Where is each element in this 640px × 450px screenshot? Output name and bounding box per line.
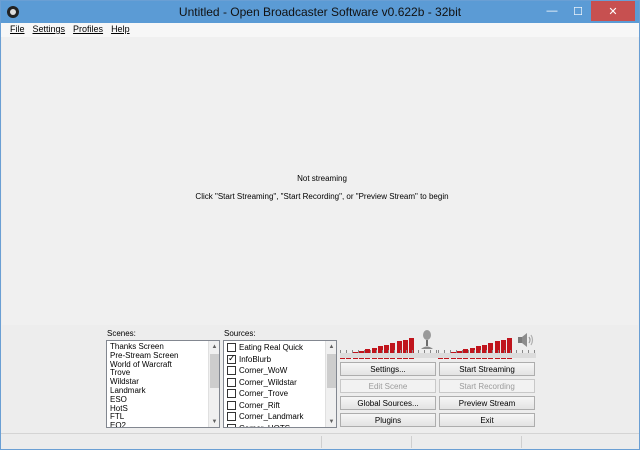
start-recording-button[interactable]: Start Recording	[439, 379, 535, 393]
desktop-volume-slider[interactable]	[438, 350, 536, 360]
exit-button[interactable]: Exit	[439, 413, 535, 427]
settings-button[interactable]: Settings...	[340, 362, 436, 376]
scene-list-item[interactable]: EQ2	[108, 421, 207, 427]
scroll-down-icon[interactable]: ▼	[326, 416, 336, 427]
scroll-up-icon[interactable]: ▲	[209, 341, 219, 352]
source-visibility-checkbox[interactable]	[227, 423, 236, 427]
source-list-item[interactable]: Corner_HOTS	[225, 423, 324, 427]
edit-scene-button[interactable]: Edit Scene	[340, 379, 436, 393]
scene-list-item[interactable]: HotS	[108, 404, 207, 413]
menu-help[interactable]: Help	[108, 23, 135, 37]
scroll-down-icon[interactable]: ▼	[209, 416, 219, 427]
source-label: Corner_HOTS	[239, 424, 290, 427]
scene-list-item[interactable]: Landmark	[108, 386, 207, 395]
scene-list-item[interactable]: World of Warcraft	[108, 360, 207, 369]
status-bar-divider	[321, 436, 322, 448]
source-visibility-checkbox[interactable]	[227, 377, 236, 387]
source-visibility-checkbox[interactable]	[227, 353, 236, 364]
scene-list-item[interactable]: Wildstar	[108, 377, 207, 386]
preview-area: Not streaming Click "Start Streaming", "…	[2, 37, 638, 325]
source-label: Eating Real Quick	[239, 343, 304, 353]
title-bar[interactable]: Untitled - Open Broadcaster Software v0.…	[1, 1, 639, 23]
menu-settings[interactable]: Settings	[30, 23, 71, 37]
source-list-item[interactable]: Corner_Landmark	[225, 411, 324, 423]
preview-stream-button[interactable]: Preview Stream	[439, 396, 535, 410]
maximize-button[interactable]: ☐	[565, 1, 591, 21]
scenes-label: Scenes:	[107, 329, 136, 338]
scenes-list[interactable]: Thanks Screen Pre-Stream Screen World of W…	[106, 340, 220, 428]
source-label: Corner_WoW	[239, 366, 288, 376]
status-bar-divider	[411, 436, 412, 448]
scene-list-item[interactable]: ESO	[108, 395, 207, 404]
speaker-icon[interactable]	[516, 330, 536, 352]
plugins-button[interactable]: Plugins	[340, 413, 436, 427]
sources-label: Sources:	[224, 329, 256, 338]
stream-status-text: Not streaming	[297, 174, 347, 183]
source-list-item[interactable]: Corner_Wildstar	[225, 377, 324, 389]
sources-scroll-thumb[interactable]	[327, 354, 336, 388]
scenes-scroll-thumb[interactable]	[210, 354, 219, 388]
status-bar	[1, 433, 639, 449]
source-list-item[interactable]: Corner_Rift	[225, 400, 324, 412]
start-hint-text: Click "Start Streaming", "Start Recordin…	[195, 192, 449, 201]
scenes-scrollbar[interactable]: ▲ ▼	[208, 341, 219, 427]
source-label: Corner_Landmark	[239, 412, 304, 422]
scene-list-item[interactable]: Pre-Stream Screen	[108, 351, 207, 360]
source-list-item[interactable]: Eating Real Quick	[225, 342, 324, 354]
source-label: InfoBlurb	[239, 354, 272, 364]
source-visibility-checkbox[interactable]	[227, 366, 236, 376]
source-label: Corner_Wildstar	[239, 377, 297, 387]
scroll-up-icon[interactable]: ▲	[326, 341, 336, 352]
menu-file[interactable]: File	[1, 23, 30, 37]
sources-scrollbar[interactable]: ▲ ▼	[325, 341, 336, 427]
start-streaming-button[interactable]: Start Streaming	[439, 362, 535, 376]
minimize-button[interactable]: —	[539, 1, 565, 21]
source-visibility-checkbox[interactable]	[227, 400, 236, 410]
close-button[interactable]: ✕	[591, 1, 635, 21]
source-list-item[interactable]: Corner_WoW	[225, 365, 324, 377]
sources-list[interactable]: Eating Real QuickInfoBlurbCorner_WoWCorn…	[223, 340, 337, 428]
obs-main-window: Untitled - Open Broadcaster Software v0.…	[0, 0, 640, 450]
source-label: Corner_Trove	[239, 389, 289, 399]
menu-profiles[interactable]: Profiles	[70, 23, 108, 37]
source-visibility-checkbox[interactable]	[227, 343, 236, 353]
mic-volume-slider[interactable]	[340, 350, 438, 360]
status-bar-divider	[521, 436, 522, 448]
source-visibility-checkbox[interactable]	[227, 389, 236, 399]
source-list-item[interactable]: Corner_Trove	[225, 388, 324, 400]
scene-list-item[interactable]: Trove	[108, 368, 207, 377]
source-label: Corner_Rift	[239, 400, 280, 410]
global-sources-button[interactable]: Global Sources...	[340, 396, 436, 410]
source-list-item[interactable]: InfoBlurb	[225, 353, 324, 366]
source-visibility-checkbox[interactable]	[227, 412, 236, 422]
menu-bar: File Settings Profiles Help	[1, 23, 639, 37]
scene-list-item[interactable]: Thanks Screen	[108, 342, 207, 351]
scene-list-item[interactable]: FTL	[108, 412, 207, 421]
